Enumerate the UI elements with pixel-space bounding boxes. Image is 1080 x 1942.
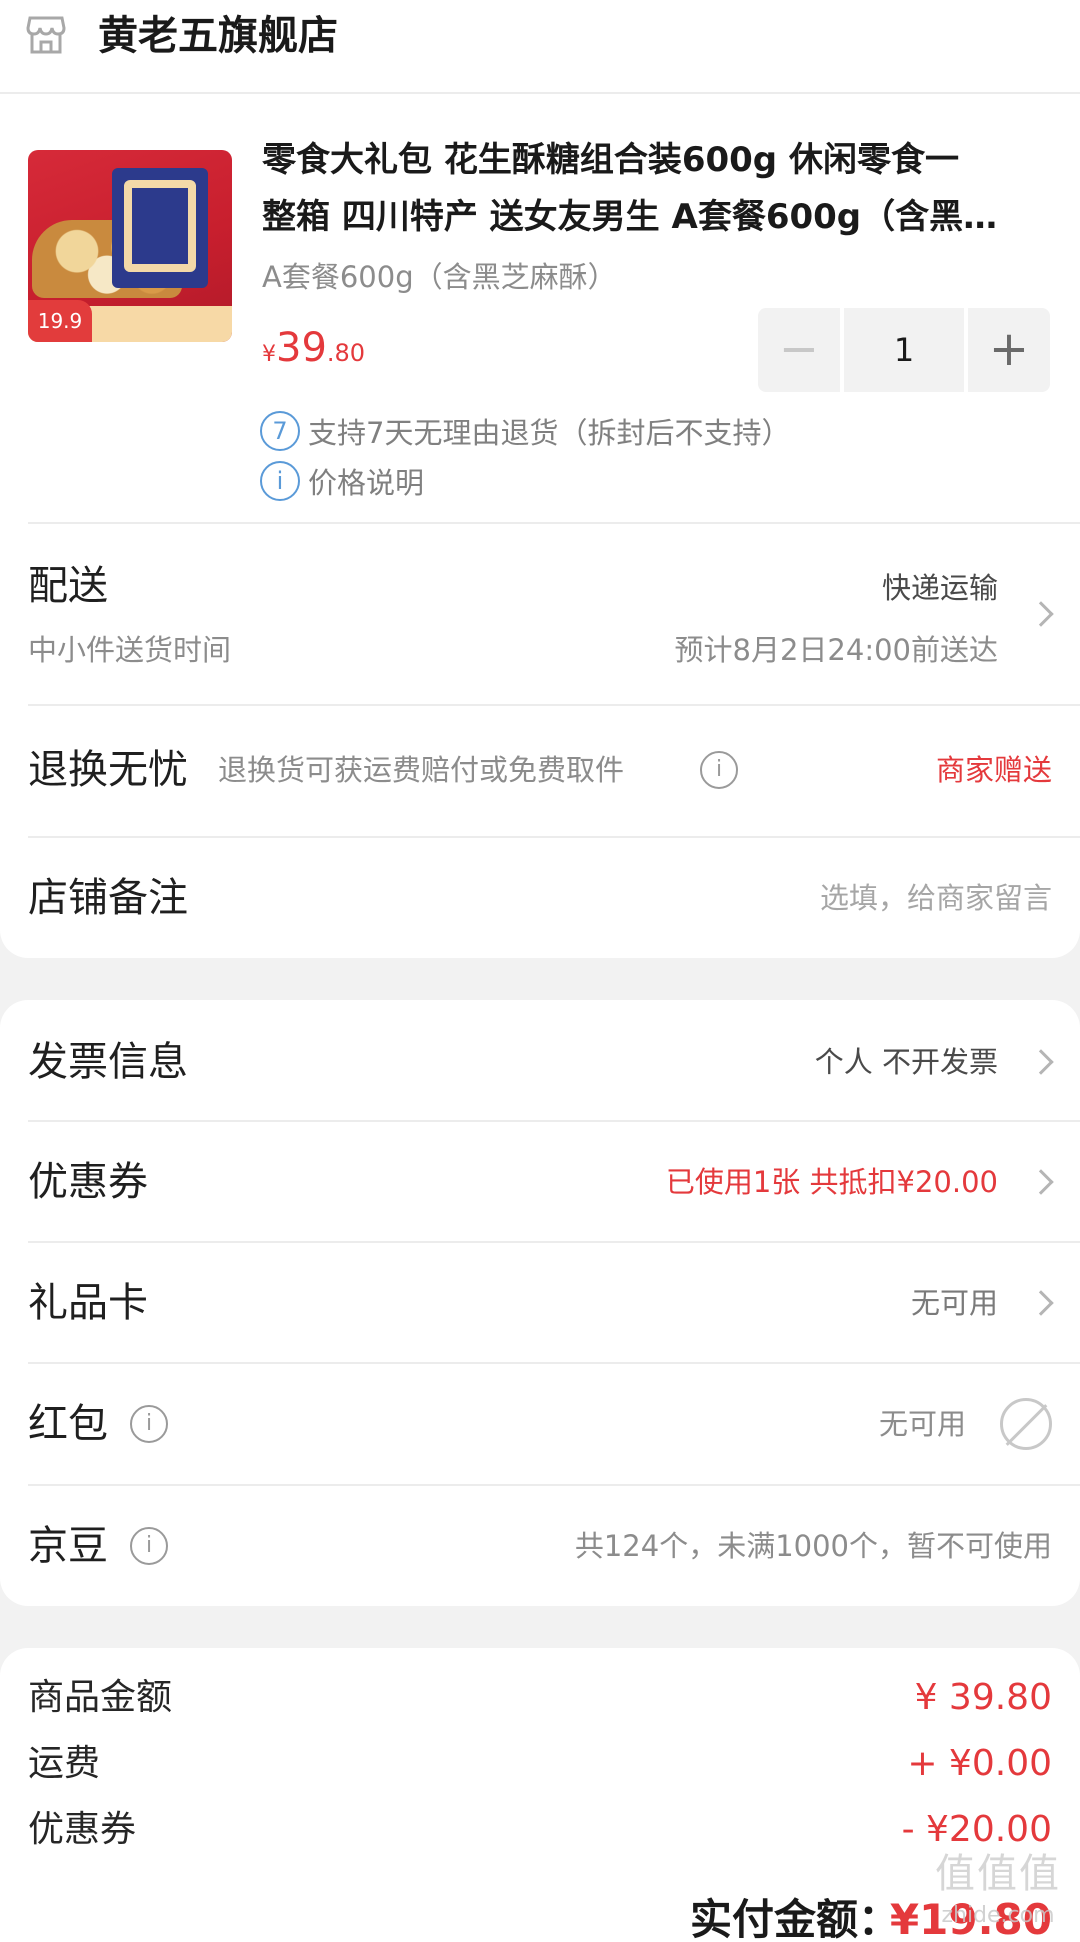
watermark-glyphs: 值值值 [935,1851,1061,1897]
quantity-value[interactable]: 1 [844,308,964,392]
service-return-policy[interactable]: 7 支持7天无理由退货（拆封后不支持） [260,410,790,452]
service-price-note[interactable]: i 价格说明 [260,460,424,502]
divider [28,522,1080,524]
returns-label: 退换无忧 [28,747,188,793]
chevron-right-icon [1028,601,1054,627]
store-name[interactable]: 黄老五旗舰店 [98,10,338,62]
delivery-method: 快递运输 [881,571,998,605]
returns-value: 商家赠送 [935,753,1052,787]
price-currency: ¥ [262,342,276,367]
chevron-right-icon [1028,1290,1054,1316]
redpacket-value: 无可用 [878,1407,966,1441]
increase-quantity-button[interactable]: + [968,308,1050,392]
watermark-text: zhide.com [941,1903,1055,1928]
divider [28,1484,1080,1486]
decrease-quantity-button[interactable]: − [758,308,840,392]
subtotal-value: ¥ 39.80 [914,1677,1052,1718]
divider [28,1362,1080,1364]
giftcard-value: 无可用 [910,1286,998,1320]
delivery-eta: 预计8月2日24:00前送达 [674,633,998,667]
store-remark-label: 店铺备注 [28,875,188,921]
info-icon[interactable]: i [130,1527,168,1565]
store-remark-input[interactable]: 选填，给商家留言 [820,878,1052,918]
quantity-stepper: − 1 + [758,308,1050,392]
invoice-label: 发票信息 [28,1039,188,1085]
product-image-price-badge: 19.9 [28,300,92,342]
product-title-line-1: 零食大礼包 花生酥糖组合装600g 休闲零食一 [262,140,959,180]
payment-options-card: 发票信息 个人 不开发票 优惠券 已使用1张 共抵扣¥20.00 礼品卡 无可用… [0,1000,1080,1606]
divider [0,92,1080,94]
giftcard-label: 礼品卡 [28,1280,148,1326]
price-integer: 39 [276,325,327,371]
site-watermark: 值值值 zhide.com [928,1846,1068,1942]
price-decimal: .80 [326,339,366,367]
jingdou-value: 共124个，未满1000个，暂不可使用 [574,1529,1052,1563]
chevron-right-icon [1028,1169,1054,1195]
coupon-discount-label: 优惠券 [28,1809,137,1850]
product-image-emblem [124,180,196,272]
order-store-card: 黄老五旗舰店 19.9 零食大礼包 花生酥糖组合装600g 休闲零食一 整箱 四… [0,0,1080,958]
chevron-right-icon [1028,1049,1054,1075]
delivery-time-label: 中小件送货时间 [28,633,232,667]
coupon-value: 已使用1张 共抵扣¥20.00 [665,1165,998,1199]
divider [28,836,1080,838]
invoice-value: 个人 不开发票 [814,1045,998,1079]
service-return-text: 支持7天无理由退货（拆封后不支持） [308,416,791,450]
divider [28,1241,1080,1243]
divider [28,1120,1080,1122]
disabled-icon [1000,1398,1052,1450]
product-title[interactable]: 零食大礼包 花生酥糖组合装600g 休闲零食一 整箱 四川特产 送女友男生 A套… [262,132,1052,246]
subtotal-label: 商品金额 [28,1677,173,1718]
info-icon[interactable]: i [130,1405,168,1443]
product-variant[interactable]: A套餐600g（含黑芝麻酥） [262,254,617,296]
divider [28,704,1080,706]
product-title-line-2: 整箱 四川特产 送女友男生 A套餐600g（含黑… [262,197,998,237]
total-label: 实付金额： [690,1895,901,1942]
info-icon[interactable]: i [700,751,738,789]
delivery-label: 配送 [28,563,108,609]
service-price-text: 价格说明 [308,466,425,500]
coupon-label: 优惠券 [28,1159,148,1205]
product-image[interactable]: 19.9 [28,150,232,342]
returns-description: 退换货可获运费赔付或免费取件 [218,753,625,787]
redpacket-label: 红包 [28,1401,108,1447]
store-icon [26,16,66,54]
seven-day-return-icon: 7 [260,411,300,451]
product-price: ¥39.80 [262,318,365,386]
shipping-label: 运费 [28,1743,101,1784]
jingdou-label: 京豆 [28,1523,108,1569]
info-icon: i [260,461,300,501]
shipping-value: + ¥0.00 [907,1743,1052,1784]
